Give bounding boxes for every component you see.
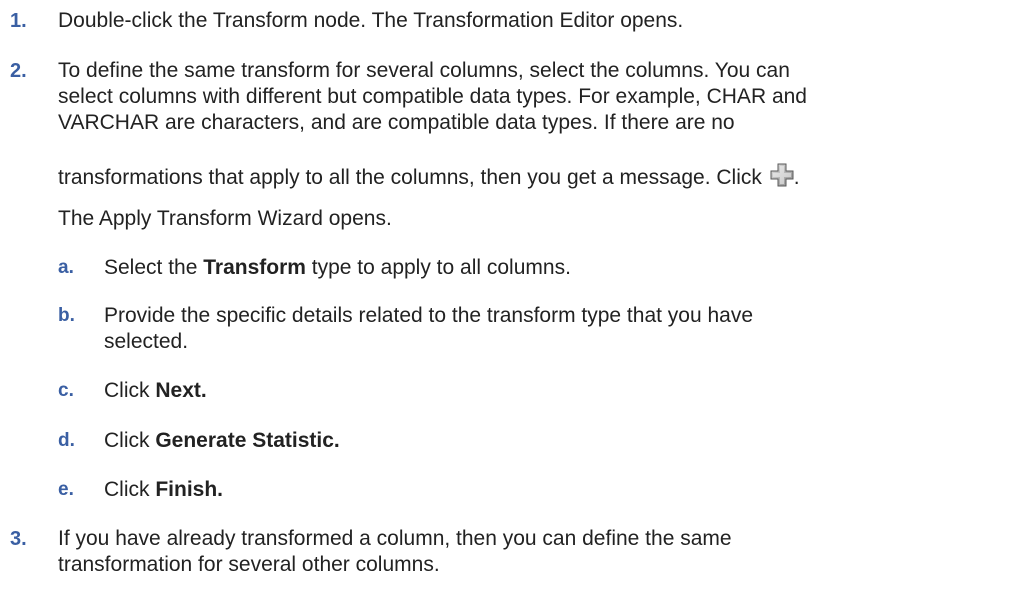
substep-text: Click Finish. [104,478,224,501]
substep-text: selected. [104,330,189,353]
ui-term: Finish. [155,478,224,501]
step-text-click: transformations that apply to all the co… [58,163,800,191]
substep-text: Provide the specific details related to … [104,304,754,327]
ui-term: Next. [155,379,207,402]
step-text: To define the same transform for several… [58,59,790,82]
substep-text: Click Next. [104,379,207,402]
substep-letter: d. [58,430,75,451]
step-text: If you have already transformed a column… [58,527,732,550]
step-number: 1. [10,10,27,32]
step-number: 2. [10,60,27,82]
substep-letter: a. [58,257,74,278]
ui-term: Transform [203,256,306,279]
substep-text: Select the Transform type to apply to al… [104,256,571,279]
substep-letter: b. [58,305,75,326]
procedure-document: 1. Double-click the Transform node. The … [0,0,1012,596]
step-text: Double-click the Transform node. The Tra… [58,9,684,32]
substep-text: Click Generate Statistic. [104,429,340,452]
step-text: transformation for several other columns… [58,553,440,576]
add-transform-icon[interactable] [770,163,794,187]
step-text: VARCHAR are characters, and are compatib… [58,111,735,134]
ui-term: Generate Statistic. [155,429,340,452]
click-period: . [793,166,800,189]
step-text: transformations that apply to all the co… [58,166,762,189]
step-text: The Apply Transform Wizard opens. [58,207,392,230]
step-text: select columns with different but compat… [58,85,807,108]
substep-letter: c. [58,380,74,401]
step-number: 3. [10,528,27,550]
substep-letter: e. [58,479,74,500]
